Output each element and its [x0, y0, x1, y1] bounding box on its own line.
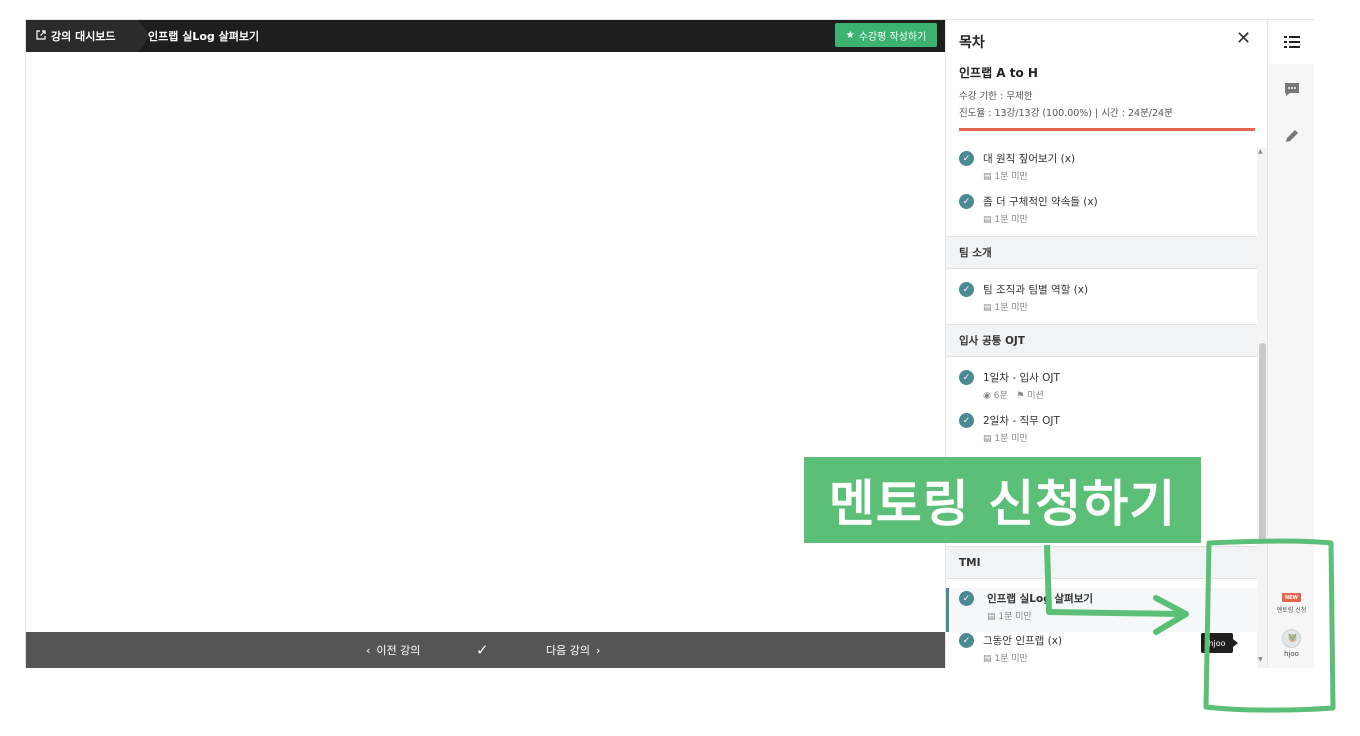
document-icon: ▤	[983, 172, 995, 182]
next-lecture-label: 다음 강의	[546, 644, 590, 657]
document-icon: ▤	[987, 612, 999, 622]
lecture-list: ✓ 대 원칙 짚어보기 (x) ▤ 1분 미만 ✓ 좀 더 구체적인 약속들 (…	[946, 148, 1257, 668]
avatar[interactable]	[1282, 629, 1301, 648]
list-item[interactable]: ✓ 1일차 - 입사 OJT ◉ 6분 ⚑ 미션	[946, 367, 1257, 411]
section-header[interactable]: 입사 공통 OJT	[946, 324, 1257, 357]
lecture-name: 좀 더 구체적인 약속들 (x)	[983, 196, 1098, 208]
scrollbar-thumb[interactable]	[1259, 343, 1266, 543]
top-bar: 강의 대시보드 인프랩 실Log 살펴보기 ★ 수강평 작성하기	[26, 20, 945, 52]
annotation-callout: 멘토링 신청하기	[804, 457, 1201, 543]
write-review-button[interactable]: ★ 수강평 작성하기	[835, 23, 937, 47]
check-circle-icon: ✓	[959, 413, 974, 428]
list-item[interactable]: ✓ 2일차 - 직무 OJT ▤ 1분 미만	[946, 410, 1257, 454]
check-circle-icon: ✓	[959, 282, 974, 297]
lecture-duration: ▤ 1분 미만	[983, 431, 1028, 444]
video-area[interactable]	[26, 52, 945, 632]
lecture-name: 팀 조직과 팀별 역할 (x)	[983, 284, 1089, 296]
new-badge: NEW	[1282, 593, 1301, 602]
check-circle-icon: ✓	[959, 194, 974, 209]
progress-bar-fill	[959, 128, 1255, 131]
right-rail: NEW 멘토링 신청 hjoo	[1267, 20, 1315, 668]
list-item[interactable]: ✓ 팀 조직과 팀별 역할 (x) ▤ 1분 미만	[946, 279, 1257, 323]
lecture-name: 2일차 - 직무 OJT	[983, 415, 1060, 427]
flag-icon: ⚑	[1016, 391, 1028, 401]
next-lecture-button[interactable]: 다음 강의 ›	[546, 632, 600, 668]
play-circle-icon: ◉	[983, 391, 994, 401]
lecture-duration: ▤ 1분 미만	[983, 300, 1028, 313]
dashboard-link[interactable]: 강의 대시보드	[26, 20, 150, 52]
lecture-duration-text: 1분 미만	[994, 215, 1028, 225]
prev-lecture-button[interactable]: ‹ 이전 강의	[366, 632, 420, 668]
toc-title: 목차	[959, 35, 985, 51]
user-tooltip: hjoo	[1201, 633, 1238, 653]
lecture-duration: ▤ 1분 미만	[983, 169, 1028, 182]
user-name: hjoo	[1284, 650, 1299, 658]
lecture-title: 인프랩 실Log 살펴보기	[148, 30, 260, 43]
section-header[interactable]: TMI	[946, 546, 1257, 579]
list-item[interactable]: ✓ 좀 더 구체적인 약속들 (x) ▤ 1분 미만	[946, 191, 1257, 235]
check-circle-icon: ✓	[959, 151, 974, 166]
mission-label: 미션	[1027, 391, 1044, 401]
check-icon: ✓	[476, 641, 489, 659]
lecture-duration: ◉ 6분 ⚑ 미션	[983, 388, 1044, 401]
lecture-duration-text: 6분	[993, 391, 1008, 401]
list-item-active[interactable]: ✓ 인프랩 실Log 살펴보기 ▤ 1분 미만	[946, 588, 1257, 632]
scroll-up-icon[interactable]: ▲	[1258, 148, 1263, 155]
lecture-duration-text: 1분 미만	[994, 654, 1028, 664]
lecture-duration-text: 1분 미만	[994, 434, 1028, 444]
check-circle-icon: ✓	[959, 591, 974, 606]
external-link-icon	[36, 29, 46, 43]
close-icon[interactable]: ✕	[1236, 28, 1251, 49]
lecture-duration-text: 1분 미만	[998, 612, 1032, 622]
mentoring-request-button[interactable]: 멘토링 신청	[1268, 605, 1315, 614]
bottom-bar: ‹ 이전 강의 ✓ 다음 강의 ›	[26, 632, 945, 668]
lecture-duration-text: 1분 미만	[994, 303, 1028, 313]
lecture-duration: ▤ 1분 미만	[987, 609, 1032, 622]
document-icon: ▤	[983, 215, 995, 225]
lecture-name: 1일차 - 입사 OJT	[983, 372, 1060, 384]
toc-panel: 목차 ✕ 인프랩 A to H 수강 기한 : 무제한 진도율 : 13강/13…	[945, 20, 1267, 668]
course-progress-text: 진도율 : 13강/13강 (100.00%) | 시간 : 24분/24분	[959, 108, 1173, 119]
note-tab-button[interactable]	[1268, 114, 1315, 158]
lecture-name: 그동안 인프랩 (x)	[983, 635, 1063, 647]
prev-lecture-label: 이전 강의	[376, 644, 421, 657]
lecture-name: 인프랩 실Log 살펴보기	[987, 593, 1094, 605]
lecture-duration: ▤ 1분 미만	[983, 651, 1028, 664]
avatar-image-icon	[1288, 633, 1297, 642]
lecture-duration-text: 1분 미만	[994, 172, 1028, 182]
pencil-icon	[1285, 130, 1298, 142]
star-icon: ★	[845, 29, 855, 41]
section-header[interactable]: 팀 소개	[946, 236, 1257, 269]
chat-bubble-icon	[1284, 82, 1299, 96]
complete-check-button[interactable]: ✓	[476, 632, 489, 668]
course-period: 수강 기한 : 무제한	[959, 91, 1033, 102]
toc-tab-button[interactable]	[1268, 20, 1315, 64]
document-icon: ▤	[983, 434, 995, 444]
course-name: 인프랩 A to H	[959, 66, 1038, 80]
question-tab-button[interactable]	[1268, 67, 1315, 111]
document-icon: ▤	[983, 303, 995, 313]
scrollbar[interactable]: ▲ ▼	[1257, 148, 1267, 668]
list-item[interactable]: ✓ 대 원칙 짚어보기 (x) ▤ 1분 미만	[946, 148, 1257, 192]
lecture-name: 대 원칙 짚어보기 (x)	[983, 153, 1076, 165]
lecture-duration: ▤ 1분 미만	[983, 212, 1028, 225]
scroll-down-icon[interactable]: ▼	[1258, 656, 1263, 663]
write-review-label: 수강평 작성하기	[858, 31, 927, 43]
chevron-left-icon: ‹	[366, 643, 371, 657]
list-icon	[1283, 36, 1300, 48]
progress-bar	[959, 128, 1255, 131]
document-icon: ▤	[983, 654, 995, 664]
chevron-right-icon: ›	[595, 643, 601, 657]
check-circle-icon: ✓	[959, 633, 974, 648]
check-circle-icon: ✓	[959, 370, 974, 385]
dashboard-label: 강의 대시보드	[51, 30, 116, 43]
course-player: 강의 대시보드 인프랩 실Log 살펴보기 ★ 수강평 작성하기 ‹ 이전 강의…	[25, 19, 1315, 668]
